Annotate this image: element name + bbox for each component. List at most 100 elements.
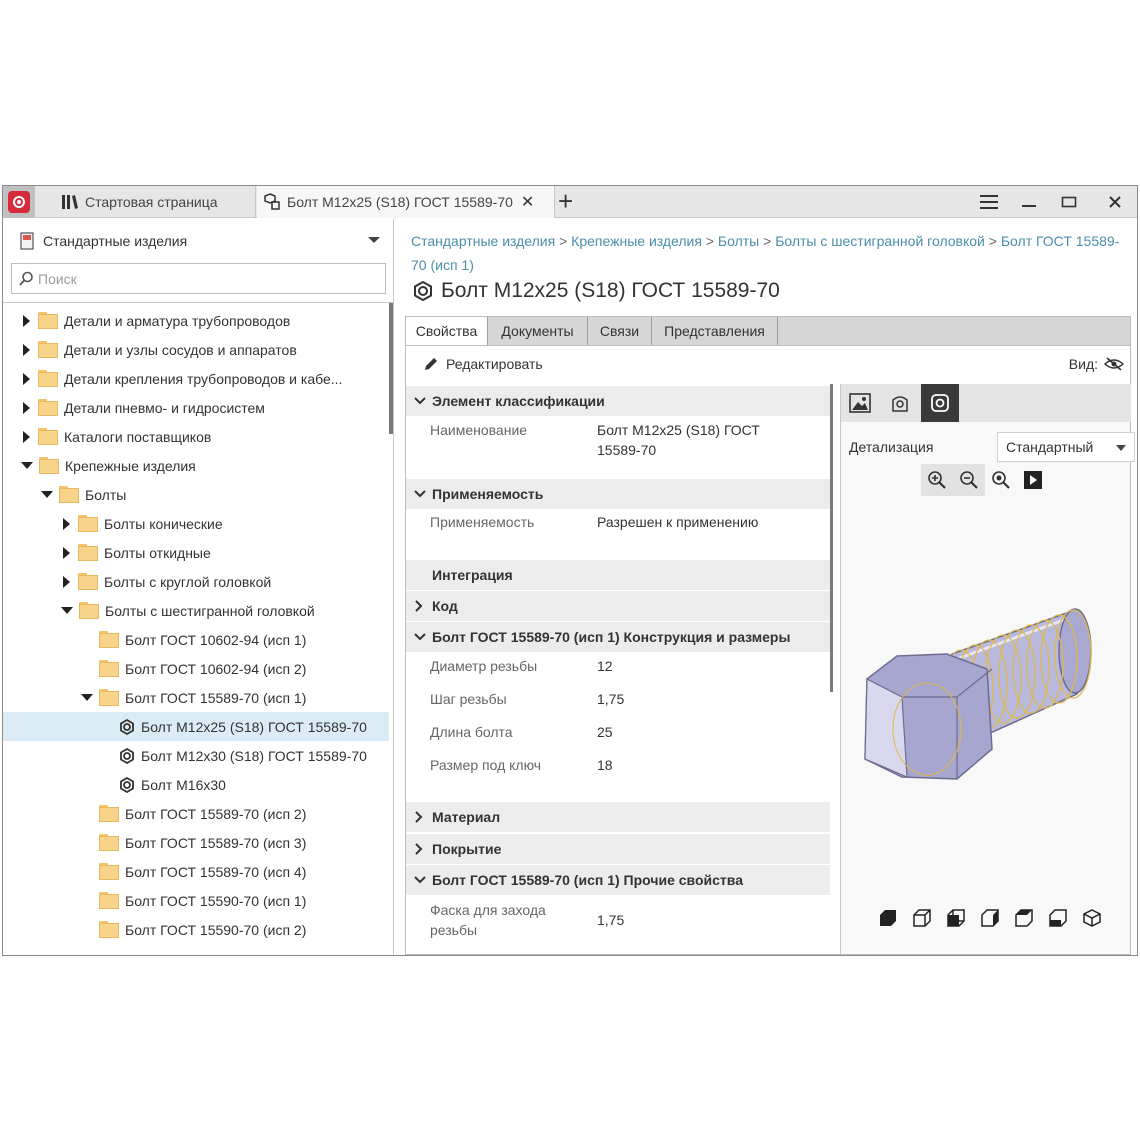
tab-documents[interactable]: Документы xyxy=(488,317,588,345)
expand-arrow-icon[interactable] xyxy=(23,372,30,385)
tree-item-folder[interactable]: Болты xyxy=(3,480,389,509)
view-iso-1-icon[interactable] xyxy=(871,904,905,932)
folder-icon xyxy=(38,312,58,329)
collapse-arrow-icon[interactable] xyxy=(41,491,53,498)
collapse-arrow-icon[interactable] xyxy=(21,462,33,469)
section-classification[interactable]: Элемент классификации xyxy=(406,386,830,416)
view-iso-4-icon[interactable] xyxy=(973,904,1007,932)
tree-item-folder[interactable]: Детали пневмо- и гидросистем xyxy=(3,393,389,422)
tree-item-folder[interactable]: Болт ГОСТ 10602-94 (исп 2) xyxy=(3,654,389,683)
tree-item-bolt[interactable]: Болт М12x25 (S18) ГОСТ 15589-70 xyxy=(3,712,389,741)
view-iso-3-icon[interactable] xyxy=(939,904,973,932)
tree-item-folder[interactable]: Болт ГОСТ 15589-70 (исп 3) xyxy=(3,828,389,857)
tree-item-bolt[interactable]: Болт М16x30 xyxy=(3,770,389,799)
tree-item-bolt[interactable]: Болт М12x30 (S18) ГОСТ 15589-70 xyxy=(3,741,389,770)
expand-arrow-icon[interactable] xyxy=(23,401,30,414)
sketch-icon[interactable] xyxy=(881,384,919,422)
section-integration[interactable]: Интеграция xyxy=(406,560,830,590)
section-coating[interactable]: Покрытие xyxy=(406,834,830,864)
breadcrumb-separator: > xyxy=(705,233,715,249)
view-toggle[interactable]: Вид: xyxy=(1069,356,1124,372)
tree-item-label: Детали пневмо- и гидросистем xyxy=(64,399,265,416)
bolt-3d-model[interactable] xyxy=(857,599,1107,812)
folder-icon xyxy=(78,515,98,532)
tab-properties[interactable]: Свойства xyxy=(406,317,488,345)
breadcrumb-separator: > xyxy=(763,233,772,249)
tree-item-folder[interactable]: Детали крепления трубопроводов и кабе... xyxy=(3,364,389,393)
app-logo[interactable] xyxy=(3,186,35,218)
expand-arrow-icon[interactable] xyxy=(63,546,70,559)
section-dimensions[interactable]: Болт ГОСТ 15589-70 (исп 1) Конструкция и… xyxy=(406,622,830,652)
view-iso-5-icon[interactable] xyxy=(1007,904,1041,932)
property-value: 18 xyxy=(597,757,613,773)
breadcrumb-link[interactable]: Стандартные изделия xyxy=(411,233,555,249)
breadcrumb-link[interactable]: Болты xyxy=(718,233,759,249)
book-icon xyxy=(19,232,35,250)
tree-item-folder[interactable]: Каталоги поставщиков xyxy=(3,422,389,451)
close-tab-icon[interactable]: ✕ xyxy=(521,192,534,212)
close-window-button[interactable] xyxy=(1095,186,1135,218)
model-3d-icon[interactable] xyxy=(921,384,959,422)
app-logo-icon xyxy=(8,191,30,213)
tree-item-folder[interactable]: Болт ГОСТ 15589-70 (исп 4) xyxy=(3,857,389,886)
tree-item-folder[interactable]: Крепежные изделия xyxy=(3,451,389,480)
edit-button[interactable]: Редактировать xyxy=(422,355,543,373)
tree-item-label: Болты конические xyxy=(104,515,223,532)
tab-start-page[interactable]: Стартовая страница xyxy=(53,186,256,218)
collapse-arrow-icon[interactable] xyxy=(81,694,93,701)
tree-item-folder[interactable]: Болты с шестигранной головкой xyxy=(3,596,389,625)
tree-scrollbar[interactable] xyxy=(389,303,393,434)
maximize-icon xyxy=(1061,196,1077,208)
tree-item-folder[interactable]: Болты откидные xyxy=(3,538,389,567)
tree-item-folder[interactable]: Болт ГОСТ 15590-70 (исп 1) xyxy=(3,886,389,915)
properties-panel: Элемент классификации Наименование Болт … xyxy=(406,384,834,954)
tab-representations[interactable]: Представления xyxy=(652,317,778,345)
tree-item-folder[interactable]: Болты с круглой головкой xyxy=(3,567,389,596)
tree-item-folder[interactable]: Болт ГОСТ 15590-70 (исп 2) xyxy=(3,915,389,944)
library-select[interactable]: Стандартные изделия xyxy=(11,225,386,257)
maximize-button[interactable] xyxy=(1049,186,1089,218)
tree-item-label: Болт М12x30 (S18) ГОСТ 15589-70 xyxy=(141,747,367,764)
view-iso-7-icon[interactable] xyxy=(1075,904,1109,932)
section-material[interactable]: Материал xyxy=(406,802,830,832)
close-icon xyxy=(1109,196,1121,208)
section-other-properties[interactable]: Болт ГОСТ 15589-70 (исп 1) Прочие свойст… xyxy=(406,865,830,895)
minimize-button[interactable] xyxy=(1009,186,1049,218)
properties-scrollbar[interactable] xyxy=(830,384,833,692)
zoom-toolbar xyxy=(921,464,1049,496)
search-field[interactable] xyxy=(11,263,386,294)
page-title-text: Болт М12x25 (S18) ГОСТ 15589-70 xyxy=(441,279,780,302)
zoom-out-icon[interactable] xyxy=(953,464,985,496)
expand-arrow-icon[interactable] xyxy=(23,314,30,327)
view-iso-2-icon[interactable] xyxy=(905,904,939,932)
section-code[interactable]: Код xyxy=(406,591,830,621)
tree-item-folder[interactable]: Болт ГОСТ 15589-70 (исп 1) xyxy=(3,683,389,712)
main-panel: Стандартные изделия > Крепежные изделия … xyxy=(395,219,1137,955)
tree-item-folder[interactable]: Детали и арматура трубопроводов xyxy=(3,306,389,335)
menu-button[interactable] xyxy=(969,186,1009,218)
expand-arrow-icon[interactable] xyxy=(63,517,70,530)
view-iso-6-icon[interactable] xyxy=(1041,904,1075,932)
expand-arrow-icon[interactable] xyxy=(63,575,70,588)
breadcrumb-link[interactable]: Крепежные изделия xyxy=(571,233,702,249)
image-icon[interactable] xyxy=(841,384,879,422)
zoom-fit-icon[interactable] xyxy=(985,464,1017,496)
tree-item-folder[interactable]: Болт ГОСТ 15589-70 (исп 2) xyxy=(3,799,389,828)
expand-arrow-icon[interactable] xyxy=(23,430,30,443)
breadcrumb: Стандартные изделия > Крепежные изделия … xyxy=(411,229,1121,277)
new-tab-button[interactable]: + xyxy=(558,188,573,214)
play-icon[interactable] xyxy=(1017,464,1049,496)
tree-item-folder[interactable]: Детали и узлы сосудов и аппаратов xyxy=(3,335,389,364)
search-input[interactable] xyxy=(38,270,378,287)
chevron-down-icon xyxy=(368,237,380,243)
collapse-arrow-icon[interactable] xyxy=(61,607,73,614)
expand-arrow-icon[interactable] xyxy=(23,343,30,356)
tab-document[interactable]: Болт М12x25 (S18) ГОСТ 15589-70 ✕ xyxy=(257,186,555,218)
zoom-in-icon[interactable] xyxy=(921,464,953,496)
section-applicability[interactable]: Применяемость xyxy=(406,479,830,509)
detail-select[interactable]: Стандартный xyxy=(997,432,1135,462)
tree-item-folder[interactable]: Болт ГОСТ 10602-94 (исп 1) xyxy=(3,625,389,654)
tree-item-folder[interactable]: Болты конические xyxy=(3,509,389,538)
tab-relations[interactable]: Связи xyxy=(588,317,652,345)
breadcrumb-link[interactable]: Болты с шестигранной головкой xyxy=(775,233,985,249)
